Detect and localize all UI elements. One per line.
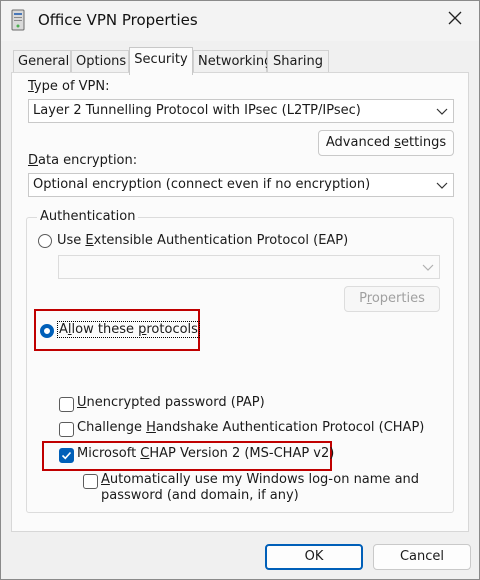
eap-radio[interactable] [38, 234, 52, 248]
vpn-type-value: Layer 2 Tunnelling Protocol with IPsec (… [33, 103, 361, 118]
mschap-v2-label[interactable]: Microsoft CHAP Version 2 (MS-CHAP v2) [77, 446, 334, 461]
allow-protocols-radio[interactable] [40, 324, 54, 338]
vpn-server-icon [11, 9, 25, 31]
close-button[interactable] [437, 5, 473, 35]
auto-logon-checkbox[interactable] [83, 474, 98, 489]
close-icon [448, 11, 462, 29]
properties-button[interactable]: Properties [344, 286, 440, 312]
title-bar: Office VPN Properties [1, 1, 479, 41]
chevron-down-icon [435, 104, 449, 118]
chap-checkbox[interactable] [59, 422, 74, 437]
data-encryption-value: Optional encryption (connect even if no … [33, 177, 371, 192]
authentication-group-title: Authentication [37, 209, 139, 224]
auto-logon-label[interactable]: Automatically use my Windows log-on name… [101, 472, 419, 504]
chevron-down-icon [421, 260, 435, 274]
data-encryption-dropdown[interactable]: Optional encryption (connect even if no … [28, 173, 454, 197]
allow-protocols-label[interactable]: Allow these protocols [57, 321, 200, 338]
eap-method-dropdown[interactable] [58, 255, 440, 279]
pap-checkbox[interactable] [59, 397, 74, 412]
security-panel: Type of VPN: Layer 2 Tunnelling Protocol… [11, 72, 469, 532]
eap-label[interactable]: Use Extensible Authentication Protocol (… [57, 233, 348, 248]
tab-networking[interactable]: Networking [193, 50, 272, 74]
chap-label[interactable]: Challenge Handshake Authentication Proto… [77, 420, 424, 435]
vpn-type-dropdown[interactable]: Layer 2 Tunnelling Protocol with IPsec (… [28, 99, 454, 123]
cancel-button[interactable]: Cancel [373, 544, 471, 570]
tab-options[interactable]: Options [71, 50, 129, 74]
pap-label[interactable]: Unencrypted password (PAP) [77, 395, 265, 410]
advanced-settings-button[interactable]: Advanced settings [318, 130, 454, 156]
data-encryption-label: Data encryption: [28, 153, 138, 168]
ok-button[interactable]: OK [265, 544, 363, 570]
vpn-type-label: Type of VPN: [28, 79, 110, 94]
window-title: Office VPN Properties [38, 11, 198, 29]
checkmark-icon [61, 451, 72, 460]
tab-sharing[interactable]: Sharing [267, 50, 329, 74]
chevron-down-icon [435, 178, 449, 192]
tab-security[interactable]: Security [129, 47, 193, 75]
tab-general[interactable]: General [13, 50, 71, 74]
vpn-properties-dialog: Office VPN Properties General Options Se… [0, 0, 480, 580]
mschap-v2-checkbox[interactable] [59, 448, 74, 463]
